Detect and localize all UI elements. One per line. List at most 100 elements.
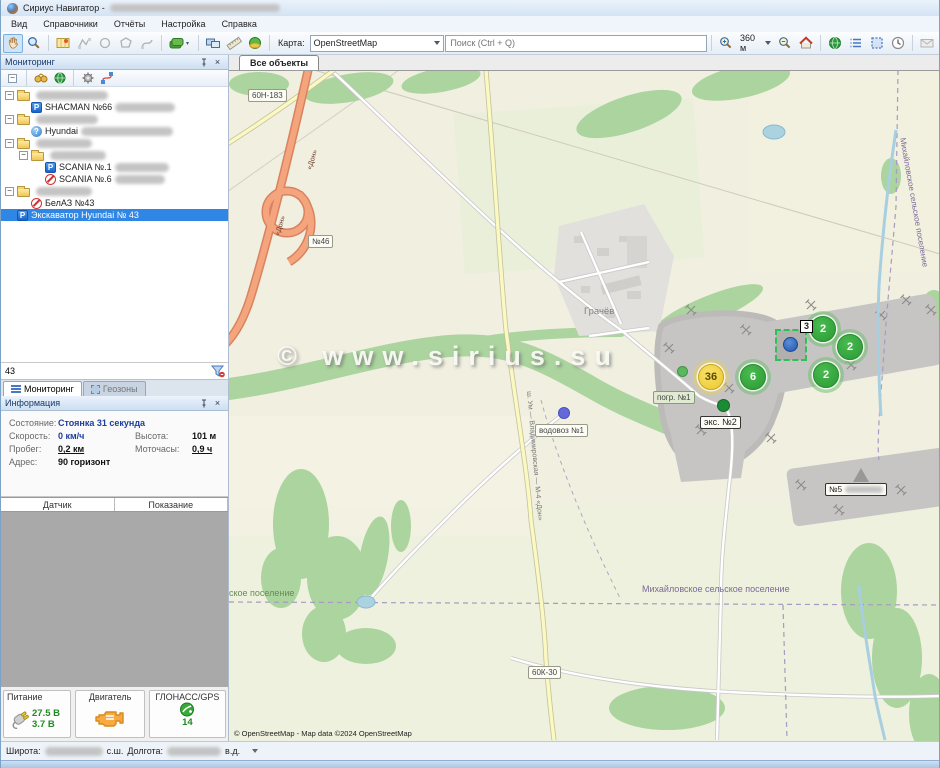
tree-group[interactable] [1, 137, 228, 149]
draw-route-button[interactable] [137, 34, 157, 53]
messages-button[interactable] [917, 34, 937, 53]
marker-exc[interactable] [717, 399, 730, 412]
collapse-icon[interactable] [19, 151, 28, 160]
payments-button[interactable] [245, 34, 265, 53]
sirius-watermark: © www.sirius.su [277, 341, 620, 372]
folder-icon [17, 188, 30, 197]
longitude-suffix: в.д. [225, 746, 240, 756]
mileage-value[interactable]: 0,2 км [58, 444, 124, 454]
sensors-table-body [1, 512, 228, 687]
collapse-icon[interactable] [5, 187, 14, 196]
tree-item[interactable]: PSCANIA №.1 [1, 161, 228, 173]
gear-icon [81, 71, 95, 85]
gps-gauge: ГЛОНАСС/GPS 14 [149, 690, 226, 738]
close-icon[interactable]: × [211, 57, 224, 68]
tree-item[interactable]: SCANIA №.6 [1, 173, 228, 185]
gps-label: ГЛОНАСС/GPS [153, 692, 222, 702]
selected-device-marker[interactable] [775, 329, 807, 361]
cluster-marker-2[interactable]: 2 [813, 362, 839, 388]
info-panel: Состояние:Стоянка 31 секунда Скорость:0 … [1, 411, 228, 497]
cluster-marker-6[interactable]: 6 [740, 364, 766, 390]
tree-group[interactable] [1, 113, 228, 125]
object-label-n5[interactable]: №5 [825, 483, 887, 496]
redacted-latitude [45, 747, 103, 756]
redacted-text [845, 486, 883, 493]
value-column-header[interactable]: Показание [115, 498, 229, 511]
tab-monitoring[interactable]: Мониторинг [3, 381, 82, 396]
select-region-button[interactable] [867, 34, 887, 53]
cluster-marker-36[interactable]: 36 [698, 364, 724, 390]
app-window: Сириус Навигатор - Вид Справочники Отчёт… [0, 0, 940, 768]
history-button[interactable] [888, 34, 908, 53]
pin-icon[interactable] [198, 57, 211, 68]
collapse-all-button[interactable] [4, 71, 21, 86]
sensor-column-header[interactable]: Датчик [1, 498, 115, 511]
map-scale-select[interactable]: 360 м [737, 34, 774, 53]
device-count-badge: 3 [800, 320, 813, 333]
close-icon[interactable]: × [211, 398, 224, 409]
menu-spravochniki[interactable]: Справочники [35, 17, 106, 31]
search-input[interactable] [445, 35, 707, 52]
settings-button[interactable] [79, 71, 96, 86]
tab-geozones[interactable]: Геозоны [83, 381, 146, 396]
cluster-count: 2 [820, 323, 826, 335]
object-label-vodovoz[interactable]: водовоз №1 [535, 424, 588, 437]
draw-line-button[interactable] [74, 34, 94, 53]
collapse-icon[interactable] [5, 139, 14, 148]
collapse-icon[interactable] [5, 91, 14, 100]
marker-vodovoz[interactable] [558, 407, 570, 419]
vehicle-offline-icon [31, 198, 42, 209]
tree-group[interactable] [1, 185, 228, 197]
home-button[interactable] [796, 34, 816, 53]
tree-group[interactable] [1, 89, 228, 101]
find-object-button[interactable] [32, 71, 49, 86]
layers-button[interactable] [166, 34, 194, 53]
state-label: Состояние: [9, 418, 58, 428]
pin-icon[interactable] [198, 398, 211, 409]
menu-otchety[interactable]: Отчёты [106, 17, 153, 31]
tree-item-selected[interactable]: PЭкскаватор Hyundai № 43 [1, 209, 228, 221]
zoom-in-button[interactable] [716, 34, 736, 53]
filter-icon[interactable] [210, 364, 226, 378]
tree-item[interactable]: БелАЗ №43 [1, 197, 228, 209]
marker-pogr[interactable] [677, 366, 688, 377]
map-provider-select[interactable]: OpenStreetMap [310, 35, 445, 52]
tree-group[interactable] [1, 149, 228, 161]
map-canvas[interactable]: «Дон» «Дон» © www.sirius.su Грачёв 60Н-1… [229, 71, 940, 741]
cluster-count: 2 [823, 369, 829, 381]
draw-circle-button[interactable] [95, 34, 115, 53]
track-button[interactable] [98, 71, 115, 86]
tree-filter-input[interactable] [3, 364, 210, 378]
draw-polygon-button[interactable] [116, 34, 136, 53]
cluster-marker-2[interactable]: 2 [810, 316, 836, 342]
menu-vid[interactable]: Вид [3, 17, 35, 31]
info-panel-header: Информация × [1, 396, 228, 411]
object-label-exc[interactable]: экс. №2 [700, 416, 741, 429]
cluster-marker-2[interactable]: 2 [837, 334, 863, 360]
menu-spravka[interactable]: Справка [214, 17, 265, 31]
zoom-out-button[interactable] [775, 34, 795, 53]
object-list-button[interactable] [846, 34, 866, 53]
ruler-button[interactable] [224, 34, 244, 53]
pan-tool-button[interactable] [3, 34, 23, 53]
collapse-icon[interactable] [5, 115, 14, 124]
list-icon [848, 35, 864, 51]
engine-hours-value[interactable]: 0,9 ч [192, 444, 212, 454]
clock-icon [890, 35, 906, 51]
ruler-icon [226, 35, 242, 51]
map-tab-all-objects[interactable]: Все объекты [239, 55, 319, 70]
menu-nastroyka[interactable]: Настройка [153, 17, 213, 31]
tree-item[interactable]: PSHACMAN №66 [1, 101, 228, 113]
engine-gauge: Двигатель [75, 690, 144, 738]
redacted-text [115, 163, 169, 172]
object-label-pogr[interactable]: погр. №1 [653, 391, 695, 404]
chevron-down-icon[interactable] [252, 749, 258, 753]
zoom-tool-button[interactable] [24, 34, 44, 53]
admin-boundary-label: Михайловское сельское поселение [642, 584, 790, 594]
tree-item[interactable]: ?Hyundai [1, 125, 228, 137]
screens-button[interactable] [203, 34, 223, 53]
layers-icon [168, 35, 192, 51]
show-on-map-button[interactable] [51, 71, 68, 86]
globe-button[interactable] [825, 34, 845, 53]
edit-map-button[interactable] [53, 34, 73, 53]
